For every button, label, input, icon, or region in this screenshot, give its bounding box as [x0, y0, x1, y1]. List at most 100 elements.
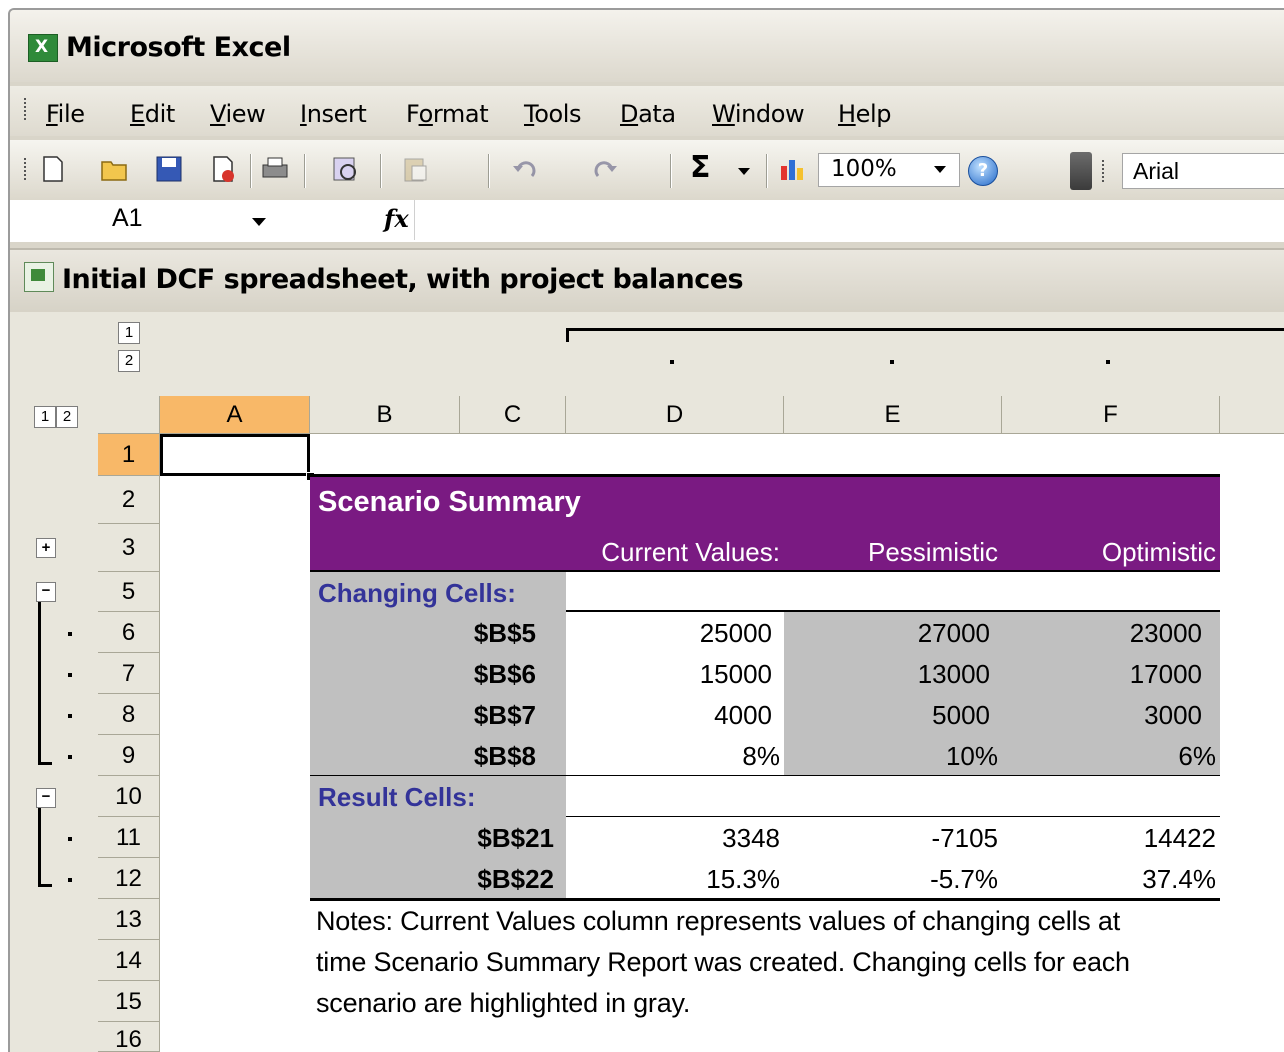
column-header-c[interactable]: C — [460, 396, 566, 434]
help-icon[interactable]: ? — [968, 156, 998, 186]
changing-optimistic-value: 6% — [1178, 741, 1216, 771]
paste-icon[interactable] — [400, 154, 430, 184]
changing-cell-ref: $B$7 — [473, 700, 536, 730]
row-header-9[interactable]: 9 — [98, 735, 160, 776]
toolbar-separator — [670, 154, 672, 188]
formula-input[interactable] — [414, 200, 1284, 240]
select-all-corner[interactable] — [98, 396, 160, 434]
workbook-title: Initial DCF spreadsheet, with project ba… — [62, 264, 744, 295]
collapse-group-button[interactable]: − — [36, 582, 56, 602]
row-outline-dot — [68, 673, 72, 677]
menu-format-prefix: F — [406, 100, 419, 128]
column-header-f[interactable]: F — [1002, 396, 1220, 434]
toolbar-overflow-chevron-icon[interactable] — [1070, 152, 1092, 190]
column-header-b[interactable]: B — [310, 396, 460, 434]
changing-pessimistic-value: 5000 — [932, 700, 990, 730]
row-level-2-button[interactable]: 2 — [56, 406, 78, 428]
row-outline-dot — [68, 837, 72, 841]
expand-group-button[interactable]: + — [36, 538, 56, 558]
row-header-11[interactable]: 11 — [98, 817, 160, 858]
notes-line-1: Notes: Current Values column represents … — [316, 906, 1121, 936]
menu-format-accesskey: o — [418, 100, 434, 128]
row-level-1-button[interactable]: 1 — [34, 406, 56, 428]
zoom-dropdown-arrow[interactable] — [934, 166, 946, 173]
row-outline-dot — [68, 714, 72, 718]
worksheet: 1 2 1 2 A B C D E F 1 2 3 5 6 7 8 9 10 1… — [10, 312, 1284, 1052]
scenario-title: Scenario Summary — [318, 486, 581, 518]
redo-icon[interactable] — [590, 154, 620, 184]
undo-icon[interactable] — [510, 154, 540, 184]
changing-pessimistic-value: 10% — [945, 741, 998, 771]
toolbar-separator — [766, 154, 768, 188]
row-header-6[interactable]: 6 — [98, 612, 160, 653]
research-icon[interactable] — [330, 154, 360, 184]
row-header-12[interactable]: 12 — [98, 858, 160, 899]
name-box-dropdown-arrow[interactable] — [252, 218, 266, 226]
menu-edit-label: dit — [144, 100, 176, 128]
column-level-2-button[interactable]: 2 — [118, 350, 140, 372]
result-optimistic-value: 37.4% — [1142, 864, 1216, 894]
column-outline-dot — [1106, 360, 1110, 364]
menu-format[interactable]: Format — [406, 100, 489, 128]
chart-wizard-icon[interactable] — [778, 154, 808, 184]
result-current-value: 15.3% — [706, 864, 780, 894]
active-cell-a1[interactable] — [160, 434, 310, 476]
font-name-value: Arial — [1133, 158, 1180, 184]
autosum-dropdown-arrow[interactable] — [738, 168, 750, 175]
row-header-2[interactable]: 2 — [98, 476, 160, 524]
column-outline-dot — [670, 360, 674, 364]
column-header-e[interactable]: E — [784, 396, 1002, 434]
menu-data[interactable]: Data — [620, 100, 676, 128]
row-header-1[interactable]: 1 — [98, 434, 160, 476]
autosum-icon[interactable]: Σ — [690, 150, 711, 185]
menu-view[interactable]: View — [210, 100, 266, 128]
menu-tools[interactable]: Tools — [524, 100, 582, 128]
result-current-value: 3348 — [722, 823, 780, 853]
name-box[interactable]: A1 — [12, 200, 284, 240]
row-header-15[interactable]: 15 — [98, 981, 160, 1022]
print-icon[interactable] — [260, 154, 290, 184]
menu-file-label: ile — [57, 100, 85, 128]
new-icon[interactable] — [38, 154, 68, 184]
menu-file[interactable]: File — [46, 100, 85, 128]
excel-window: Microsoft Excel File Edit View Insert Fo… — [8, 8, 1284, 1052]
menu-data-accesskey: D — [620, 100, 639, 128]
result-optimistic-value: 14422 — [1143, 823, 1216, 853]
column-header-next[interactable] — [1220, 396, 1284, 434]
column-outline-bar-end — [566, 328, 569, 342]
workbook-icon[interactable] — [24, 262, 54, 292]
permission-icon[interactable] — [208, 154, 238, 184]
font-name-select[interactable]: Arial — [1122, 153, 1284, 189]
row-header-16[interactable]: 16 — [98, 1022, 160, 1052]
menu-insert-accesskey: I — [300, 100, 307, 128]
column-level-1-button[interactable]: 1 — [118, 322, 140, 344]
menu-window-label: indow — [734, 100, 805, 128]
changing-cells-label: Changing Cells: — [318, 578, 516, 608]
row-header-10[interactable]: 10 — [98, 776, 160, 817]
open-icon[interactable] — [100, 154, 130, 184]
menu-edit[interactable]: Edit — [130, 100, 175, 128]
menu-tools-accesskey: T — [524, 100, 535, 128]
row-header-7[interactable]: 7 — [98, 653, 160, 694]
save-icon[interactable] — [154, 154, 184, 184]
row-header-14[interactable]: 14 — [98, 940, 160, 981]
row-header-8[interactable]: 8 — [98, 694, 160, 735]
collapse-group-button[interactable]: − — [36, 788, 56, 808]
standard-toolbar: Σ — [10, 140, 1284, 200]
menu-insert[interactable]: Insert — [300, 100, 367, 128]
column-header-d[interactable]: D — [566, 396, 784, 434]
table-bottom-border — [310, 898, 1220, 901]
app-title: Microsoft Excel — [66, 32, 291, 63]
toolbar-grip-handle[interactable] — [24, 158, 29, 180]
menu-help[interactable]: Help — [838, 100, 892, 128]
result-pessimistic-value: -5.7% — [930, 864, 998, 894]
menu-grip-handle[interactable] — [24, 98, 29, 120]
row-header-5[interactable]: 5 — [98, 572, 160, 612]
insert-function-icon[interactable]: fx — [384, 204, 409, 233]
row-header-13[interactable]: 13 — [98, 899, 160, 940]
changing-cell-ref: $B$5 — [473, 618, 536, 648]
formatting-toolbar-grip[interactable] — [1102, 160, 1107, 182]
row-header-3[interactable]: 3 — [98, 524, 160, 572]
menu-window[interactable]: Window — [712, 100, 805, 128]
column-header-a[interactable]: A — [160, 396, 310, 434]
